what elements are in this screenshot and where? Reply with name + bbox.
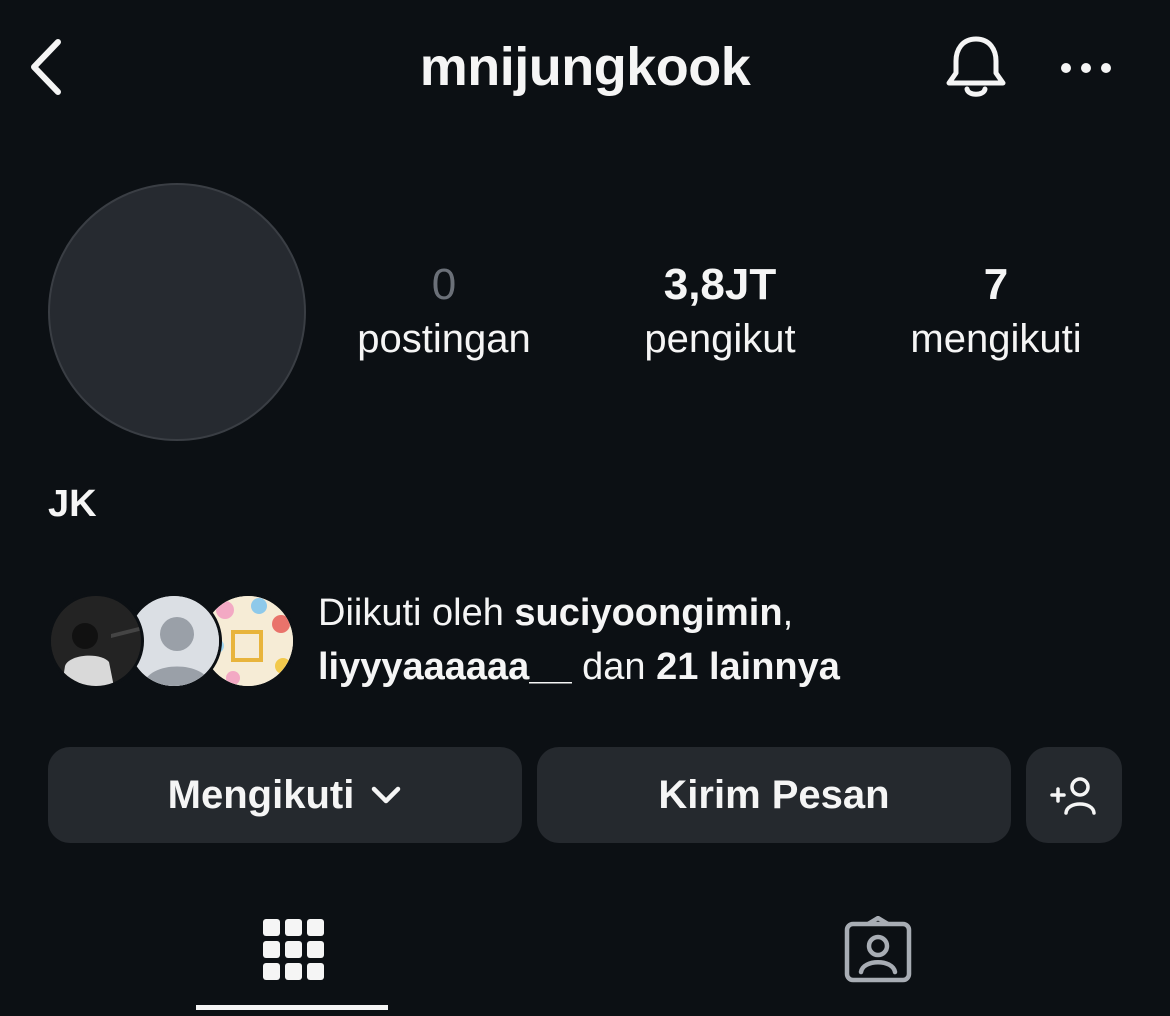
send-message-label: Kirim Pesan bbox=[658, 772, 890, 817]
following-count: 7 bbox=[983, 260, 1009, 309]
following-button-label: Mengikuti bbox=[167, 772, 355, 817]
posts-count: 0 bbox=[431, 260, 457, 309]
tab-posts-grid[interactable] bbox=[196, 900, 391, 1000]
followed-by-conjunction: dan bbox=[571, 646, 657, 688]
tagged-person-icon bbox=[844, 916, 911, 983]
add-person-icon bbox=[1050, 777, 1096, 815]
more-horizontal-icon bbox=[1061, 63, 1111, 73]
followed-by-user-2[interactable]: liyyyaaaaaa__ bbox=[318, 646, 572, 688]
followed-by-separator: , bbox=[782, 592, 794, 634]
followers-count: 3,8JT bbox=[663, 260, 777, 309]
followed-by-user-1[interactable]: suciyoongimin bbox=[514, 592, 782, 634]
followers-label: pengikut bbox=[644, 317, 796, 361]
posts-label: postingan bbox=[357, 317, 531, 361]
bell-icon bbox=[946, 36, 1006, 97]
followed-by-text[interactable]: Diikuti oleh suciyoongimin, liyyyaaaaaa_… bbox=[318, 586, 1138, 694]
following-button[interactable]: Mengikuti bbox=[48, 747, 522, 843]
display-name: JK bbox=[48, 483, 97, 525]
followed-by-prefix: Diikuti oleh bbox=[318, 592, 515, 634]
stat-followers[interactable]: 3,8JT pengikut bbox=[620, 258, 820, 366]
mutual-follower-avatar-1[interactable] bbox=[48, 593, 144, 689]
grid-icon bbox=[262, 919, 324, 980]
stat-posts[interactable]: 0 postingan bbox=[344, 258, 544, 366]
chevron-down-icon bbox=[372, 786, 401, 804]
profile-avatar[interactable] bbox=[48, 183, 306, 441]
suggest-people-button[interactable] bbox=[1026, 747, 1122, 843]
notifications-button[interactable] bbox=[940, 32, 1012, 104]
followed-by-others-count[interactable]: 21 lainnya bbox=[656, 646, 840, 688]
tab-tagged[interactable] bbox=[780, 900, 975, 1000]
send-message-button[interactable]: Kirim Pesan bbox=[537, 747, 1011, 843]
stat-following[interactable]: 7 mengikuti bbox=[890, 258, 1102, 366]
following-label: mengikuti bbox=[910, 317, 1082, 361]
mutual-avatar-photo-1 bbox=[51, 596, 141, 686]
active-tab-indicator bbox=[196, 1005, 388, 1010]
more-options-button[interactable] bbox=[1052, 40, 1120, 96]
